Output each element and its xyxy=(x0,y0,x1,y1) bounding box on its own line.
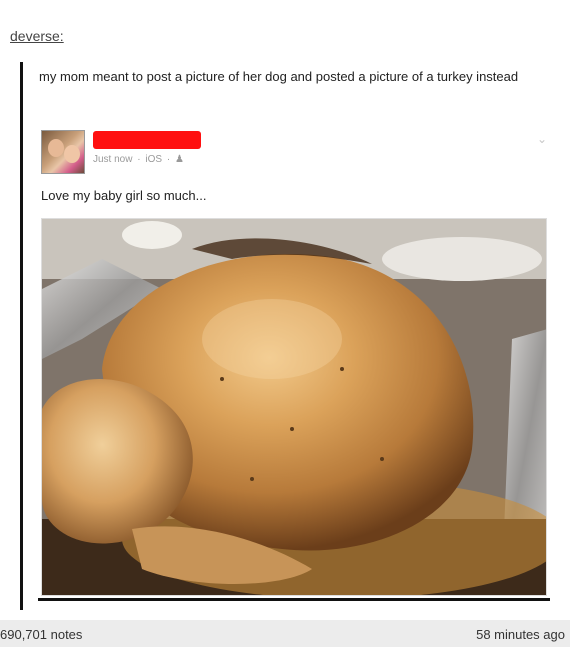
platform-label: iOS xyxy=(145,154,163,165)
redacted-name xyxy=(93,131,201,149)
meta-separator: · xyxy=(166,154,171,165)
post-meta: Just now · iOS · ♟ xyxy=(93,154,184,165)
turkey-photo xyxy=(41,218,547,596)
avatar[interactable] xyxy=(41,130,85,174)
post-text: my mom meant to post a picture of her do… xyxy=(39,69,519,84)
post-footer: 690,701 notes 58 minutes ago xyxy=(0,620,570,647)
chevron-down-icon[interactable]: ⌄ xyxy=(535,132,549,146)
friends-icon: ♟ xyxy=(174,154,184,165)
quote-bottom-rule xyxy=(38,598,550,601)
notes-count[interactable]: 690,701 notes xyxy=(0,627,82,642)
facebook-post-screenshot: Just now · iOS · ♟ ⌄ Love my baby girl s… xyxy=(41,122,551,602)
meta-separator: · xyxy=(137,154,141,165)
reblog-quote: my mom meant to post a picture of her do… xyxy=(20,62,550,610)
username-link[interactable]: deverse: xyxy=(10,28,64,44)
timestamp[interactable]: Just now xyxy=(93,154,132,165)
post-timestamp[interactable]: 58 minutes ago xyxy=(476,627,565,642)
post-caption: Love my baby girl so much... xyxy=(41,188,207,203)
